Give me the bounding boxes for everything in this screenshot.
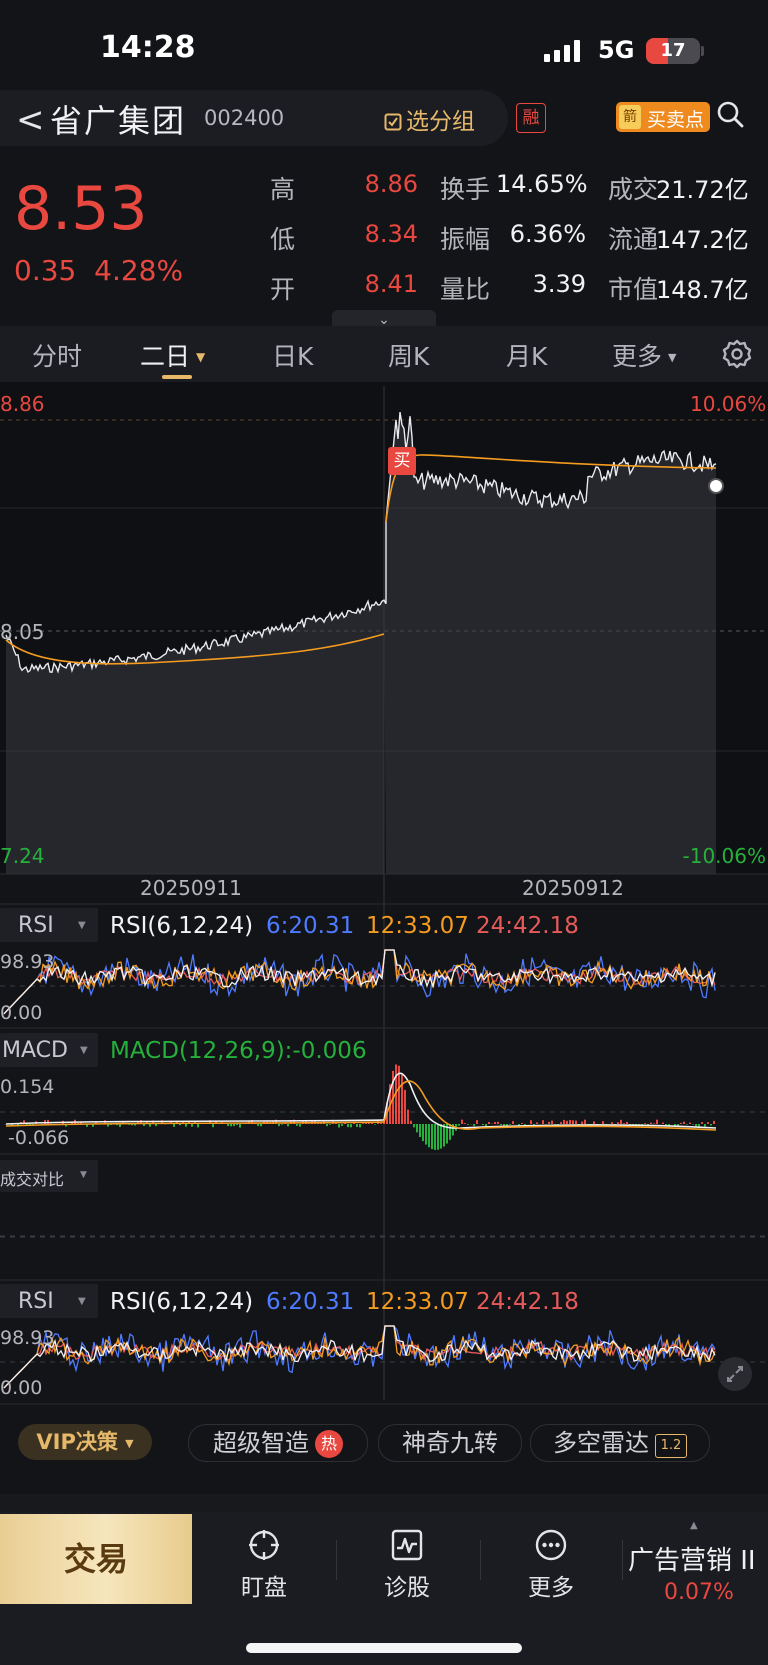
home-indicator — [246, 1643, 522, 1653]
rsi-top-label-2: 98.93 — [0, 1327, 55, 1349]
nine-turn-label: 神奇九转 — [402, 1429, 498, 1457]
nav-divider — [336, 1540, 337, 1580]
dea-line — [5, 1080, 717, 1131]
macd-params: MACD(12,26,9):-0.006 — [110, 1038, 367, 1064]
price-high-label: 8.86 — [0, 392, 45, 416]
sector-change-percent: 0.07% — [664, 1580, 734, 1605]
rsi6-value-1: 6:20.31 — [266, 913, 355, 939]
super-smart-button[interactable]: 超级智造热 — [188, 1424, 368, 1462]
rsi-name-2: RSI — [18, 1289, 54, 1314]
watch-tape-button[interactable]: 盯盘 — [219, 1528, 309, 1602]
pct-low-label: -10.06% — [682, 844, 766, 868]
rsi-bottom-label-1: 0.00 — [0, 1002, 43, 1024]
more-dots-icon — [535, 1529, 567, 1561]
nine-turn-button[interactable]: 神奇九转 — [378, 1424, 522, 1462]
crosshair-icon — [249, 1530, 279, 1560]
hot-badge: 热 — [315, 1430, 343, 1458]
trade-button[interactable]: 交易 — [0, 1514, 192, 1604]
caret-down-icon: ▼ — [80, 1170, 87, 1180]
caret-down-icon: ▼ — [80, 1045, 88, 1056]
caret-down-icon: ▼ — [125, 1437, 134, 1450]
volume-compare-label: 成交对比 — [0, 1170, 65, 1189]
caret-down-icon: ▼ — [78, 920, 86, 931]
long-short-radar-button[interactable]: 多空雷达 1.2 — [530, 1424, 710, 1462]
long-short-radar-label: 多空雷达 — [553, 1429, 649, 1457]
caret-down-icon: ▼ — [78, 1296, 86, 1307]
rsi12-value-2: 12:33.07 — [366, 1289, 469, 1315]
price-mid-label: 8.05 — [0, 620, 45, 644]
more-button[interactable]: 更多 — [506, 1528, 596, 1602]
rsi-name-1: RSI — [18, 913, 54, 938]
vip-decision-button[interactable]: VIP决策 ▼ — [18, 1424, 152, 1460]
intraday-chart-canvas[interactable] — [0, 0, 768, 1420]
rsi6-value-2: 6:20.31 — [266, 1289, 355, 1315]
macd-bottom-label: -0.066 — [8, 1127, 70, 1149]
pct-high-label: 10.06% — [690, 392, 767, 416]
diagnose-stock-label: 诊股 — [384, 1575, 430, 1601]
radar-version-badge: 1.2 — [655, 1434, 687, 1458]
date-label-day1: 20250911 — [140, 876, 242, 900]
dif-line — [5, 1072, 717, 1129]
rsi6-line — [3, 1325, 716, 1389]
last-price-dot — [708, 478, 724, 494]
price-low-label: 7.24 — [0, 844, 45, 868]
super-smart-label: 超级智造 — [213, 1429, 309, 1457]
buy-signal-marker[interactable]: 买 — [388, 447, 416, 475]
caret-up-icon: ▲ — [690, 1520, 698, 1531]
macd-name: MACD — [2, 1038, 68, 1063]
rsi24-value-2: 24:42.18 — [476, 1289, 579, 1315]
date-label-day2: 20250912 — [522, 876, 624, 900]
pulse-chart-icon — [391, 1529, 423, 1561]
sector-name[interactable]: 广告营销 II — [628, 1540, 756, 1577]
rsi-bottom-label-2: 0.00 — [0, 1377, 43, 1399]
rsi24-value-1: 24:42.18 — [476, 913, 579, 939]
rsi12-value-1: 12:33.07 — [366, 913, 469, 939]
vip-decision-label: VIP决策 — [36, 1430, 118, 1454]
rsi-params-2: RSI(6,12,24) — [110, 1289, 254, 1315]
more-label: 更多 — [528, 1575, 574, 1601]
rsi-params-1: RSI(6,12,24) — [110, 913, 254, 939]
fullscreen-expand-icon[interactable] — [718, 1357, 752, 1391]
macd-top-label: 0.154 — [0, 1076, 55, 1098]
watch-tape-label: 盯盘 — [241, 1575, 287, 1601]
diagnose-stock-button[interactable]: 诊股 — [362, 1528, 452, 1602]
nav-divider — [480, 1540, 481, 1580]
nav-divider — [622, 1540, 623, 1580]
rsi-top-label-1: 98.93 — [0, 951, 55, 973]
